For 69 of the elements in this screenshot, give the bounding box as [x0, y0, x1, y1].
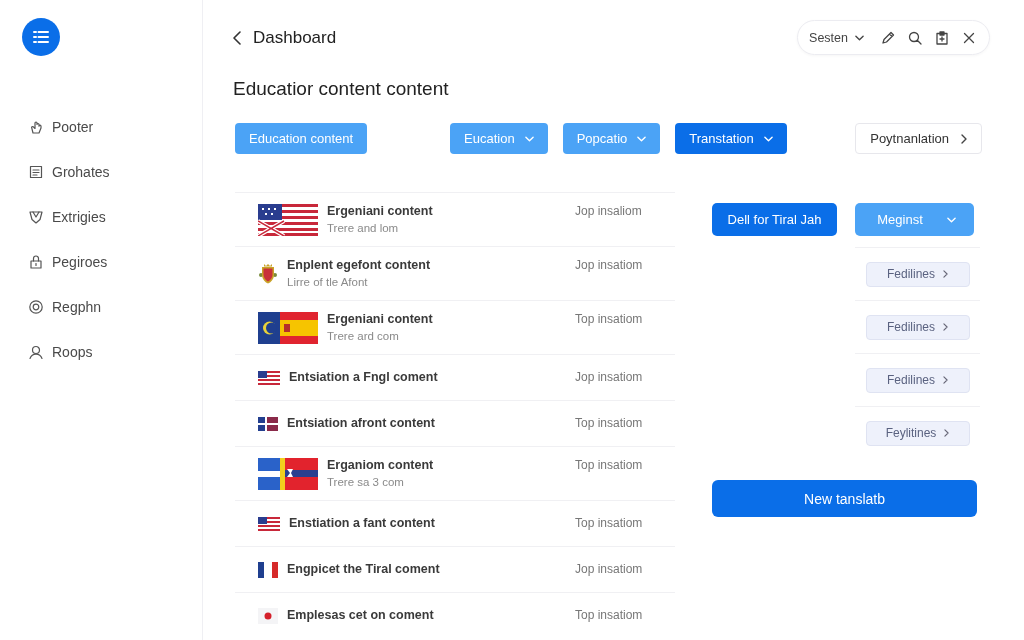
page-title: Educatior content content	[233, 77, 450, 101]
flag-icon	[258, 607, 278, 624]
item-button[interactable]: Fedilines	[865, 314, 970, 340]
row-title: Ergeniani content	[327, 311, 433, 328]
row-subtitle: Trere and lom	[327, 221, 400, 236]
next-button[interactable]: Poytnanlation	[855, 123, 982, 154]
caret-icon	[855, 34, 864, 41]
row-status: Top insatiom	[575, 457, 644, 474]
chevron-right-icon	[943, 323, 948, 331]
nav-item[interactable]: Extrigies	[22, 194, 106, 239]
chevron-right-icon	[961, 133, 967, 144]
row-status: Top insatiom	[575, 515, 644, 532]
caret-icon	[946, 216, 956, 223]
nav-item[interactable]: Pegiroes	[22, 239, 108, 284]
row-status: Top insatiom	[575, 415, 644, 432]
flag-icon	[258, 203, 318, 236]
search-icon[interactable]	[908, 30, 922, 45]
new-button[interactable]: New tanslatb	[712, 480, 977, 517]
header-title: Dashboard	[253, 27, 337, 48]
flag-icon	[258, 311, 318, 344]
row-status: Jop insaliom	[575, 203, 643, 220]
item-button[interactable]: Feylitines	[865, 420, 970, 446]
chevron-right-icon	[944, 429, 950, 437]
row-status: Top insatiom	[575, 607, 644, 624]
user-icon	[28, 343, 44, 360]
lock-icon	[28, 253, 44, 270]
row-status: Top insatiom	[575, 311, 644, 328]
row-title: Erganiom content	[327, 457, 434, 474]
back-icon[interactable]	[233, 30, 241, 45]
target-icon	[28, 298, 44, 315]
row-subtitle: Lirre of tle Afont	[287, 275, 369, 290]
filter-dropdown[interactable]: Transtation	[675, 123, 787, 154]
clipboard-icon[interactable]	[935, 30, 949, 45]
list-icon	[22, 18, 60, 56]
row-status: Jop insatiom	[575, 369, 644, 386]
nav-item[interactable]: Grohates	[22, 149, 110, 194]
row-subtitle: Trere ard com	[327, 329, 400, 344]
dropdown-button[interactable]: Sesten	[809, 30, 864, 45]
shield-icon	[28, 208, 44, 225]
flag-icon	[258, 370, 280, 385]
row-title: Enstiation a fant content	[289, 515, 435, 532]
row-status: Jop insatiom	[575, 561, 644, 578]
nav-item[interactable]: Pooter	[22, 104, 94, 149]
caret-icon	[637, 135, 647, 142]
caret-icon	[524, 135, 534, 142]
document-icon	[28, 163, 44, 180]
row-title: Entsiation afront content	[287, 415, 435, 432]
close-icon[interactable]	[962, 30, 976, 45]
row-title: Enplent egefont content	[287, 257, 431, 274]
row-title: Ergeniani content	[327, 203, 433, 220]
row-status: Jop insatiom	[575, 257, 644, 274]
row-title: Emplesas cet on coment	[287, 607, 434, 624]
caret-icon	[763, 135, 773, 142]
flag-icon	[258, 416, 278, 431]
nav-item[interactable]: Regphn	[22, 284, 102, 329]
item-button[interactable]: Fedilines	[865, 261, 970, 287]
flag-icon	[258, 516, 280, 531]
crest-icon	[258, 262, 278, 285]
row-title: Engpicet the Tiral coment	[287, 561, 440, 578]
row-subtitle: Trere sa 3 com	[327, 475, 405, 490]
nav-item[interactable]: Roops	[22, 329, 93, 374]
flag-icon	[258, 561, 278, 578]
row-title: Entsiation a Fngl coment	[289, 369, 438, 386]
item-button[interactable]: Fedilines	[865, 367, 970, 393]
action-button[interactable]: Dell for Tiral Jah	[712, 203, 837, 236]
flag-icon	[258, 457, 318, 490]
chevron-right-icon	[943, 376, 948, 384]
pencil-icon[interactable]	[881, 30, 895, 45]
chevron-right-icon	[943, 270, 948, 278]
